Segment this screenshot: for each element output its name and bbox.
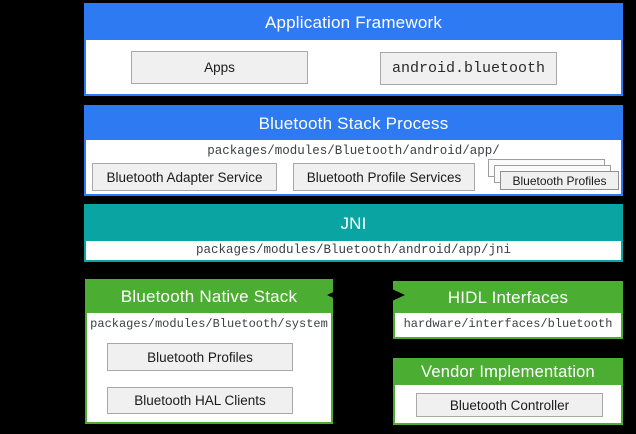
jni-title: JNI xyxy=(340,214,366,234)
android-bluetooth-label: android.bluetooth xyxy=(392,60,545,77)
native-stack-path: packages/modules/Bluetooth/system xyxy=(87,317,331,331)
hidl-interfaces-title: HIDL Interfaces xyxy=(448,288,568,308)
native-bluetooth-profiles-label: Bluetooth Profiles xyxy=(147,350,253,365)
bluetooth-adapter-service-box: Bluetooth Adapter Service xyxy=(92,163,277,191)
bluetooth-stack-process-title: Bluetooth Stack Process xyxy=(259,114,449,134)
bluetooth-profile-services-box: Bluetooth Profile Services xyxy=(293,163,475,191)
bluetooth-native-stack-header: Bluetooth Native Stack xyxy=(87,281,331,313)
apps-label: Apps xyxy=(204,60,235,75)
application-framework-header: Application Framework xyxy=(86,5,621,40)
bluetooth-native-stack-title: Bluetooth Native Stack xyxy=(121,287,297,307)
bluetooth-architecture-diagram: Application Framework Apps android.bluet… xyxy=(0,0,636,434)
bluetooth-profiles-stack-label: Bluetooth Profiles xyxy=(512,174,606,188)
bluetooth-controller-label: Bluetooth Controller xyxy=(450,398,569,413)
section-hidl-interfaces: HIDL Interfaces hardware/interfaces/blue… xyxy=(393,281,623,339)
arrowhead-right xyxy=(392,289,405,301)
vendor-implementation-title: Vendor Implementation xyxy=(421,363,595,382)
vendor-implementation-header: Vendor Implementation xyxy=(395,360,621,385)
apps-box: Apps xyxy=(131,51,308,84)
bluetooth-hal-clients-label: Bluetooth HAL Clients xyxy=(134,393,266,408)
section-application-framework: Application Framework Apps android.bluet… xyxy=(84,3,623,96)
jni-header: JNI xyxy=(86,206,621,241)
arrow-line xyxy=(337,294,395,296)
bluetooth-controller-box: Bluetooth Controller xyxy=(416,393,603,417)
section-bluetooth-stack-process: Bluetooth Stack Process packages/modules… xyxy=(84,105,623,196)
section-vendor-implementation: Vendor Implementation Bluetooth Controll… xyxy=(393,358,623,425)
section-jni: JNI packages/modules/Bluetooth/android/a… xyxy=(84,204,623,262)
stack-process-path: packages/modules/Bluetooth/android/app/ xyxy=(86,144,621,158)
bidirectional-arrow-icon xyxy=(327,289,405,302)
hidl-path: hardware/interfaces/bluetooth xyxy=(395,317,621,331)
bluetooth-stack-process-header: Bluetooth Stack Process xyxy=(86,107,621,140)
bluetooth-hal-clients-box: Bluetooth HAL Clients xyxy=(107,387,293,414)
bluetooth-profiles-stack-box: Bluetooth Profiles xyxy=(500,171,619,190)
jni-path: packages/modules/Bluetooth/android/app/j… xyxy=(86,243,621,257)
hidl-interfaces-header: HIDL Interfaces xyxy=(395,283,621,313)
android-bluetooth-box: android.bluetooth xyxy=(380,52,557,85)
native-bluetooth-profiles-box: Bluetooth Profiles xyxy=(107,343,293,371)
bluetooth-profile-services-label: Bluetooth Profile Services xyxy=(307,170,462,185)
bluetooth-adapter-service-label: Bluetooth Adapter Service xyxy=(106,170,262,185)
section-bluetooth-native-stack: Bluetooth Native Stack packages/modules/… xyxy=(85,279,333,424)
application-framework-title: Application Framework xyxy=(265,13,442,33)
